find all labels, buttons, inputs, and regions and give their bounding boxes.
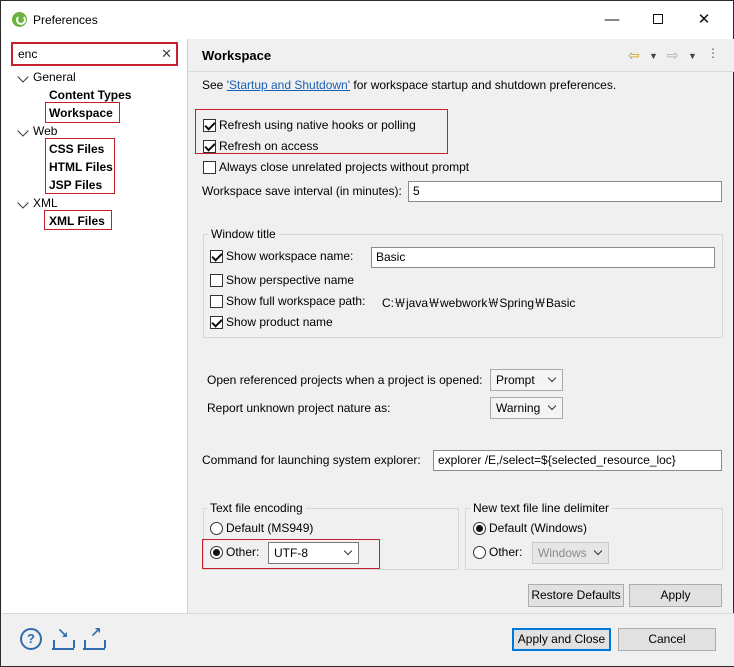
always-close-checkbox[interactable] xyxy=(203,161,216,174)
tree-item-jsp-files[interactable]: JSP Files xyxy=(49,178,102,192)
save-interval-input[interactable]: 5 xyxy=(408,181,722,202)
startup-shutdown-link[interactable]: 'Startup and Shutdown' xyxy=(227,78,350,92)
tree-item-web[interactable]: Web xyxy=(33,124,57,138)
encoding-other-label: Other: xyxy=(226,545,260,559)
cancel-button[interactable]: Cancel xyxy=(618,628,716,651)
restore-defaults-button[interactable]: Restore Defaults xyxy=(528,584,624,607)
tree-item-content-types[interactable]: Content Types xyxy=(49,88,131,102)
apply-button[interactable]: Apply xyxy=(629,584,722,607)
full-path-value: C:￦java￦webwork￦Spring￦Basic xyxy=(382,296,576,310)
report-unknown-combo[interactable]: Warning xyxy=(490,397,563,419)
delimiter-default-radio[interactable] xyxy=(473,522,486,535)
explorer-command-input[interactable]: explorer /E,/select=${selected_resource_… xyxy=(433,450,722,471)
open-referenced-label: Open referenced projects when a project … xyxy=(207,373,483,387)
refresh-native-checkbox[interactable] xyxy=(203,119,216,132)
apply-and-close-button[interactable]: Apply and Close xyxy=(512,628,611,651)
minimize-button[interactable]: — xyxy=(589,7,635,33)
tree-item-general[interactable]: General xyxy=(33,70,76,84)
show-product-name-label: Show product name xyxy=(226,315,333,329)
expand-web-icon[interactable] xyxy=(17,125,29,137)
workspace-page: See 'Startup and Shutdown' for workspace… xyxy=(189,72,734,613)
delimiter-other-radio[interactable] xyxy=(473,546,486,559)
refresh-access-label: Refresh on access xyxy=(219,139,319,153)
forward-dropdown-icon[interactable]: ▼ xyxy=(688,51,697,61)
back-dropdown-icon[interactable]: ▼ xyxy=(649,51,658,61)
maximize-button[interactable] xyxy=(635,7,681,33)
encoding-value: UTF-8 xyxy=(274,546,308,560)
title-bar: Preferences — ✕ xyxy=(1,1,733,39)
chevron-down-icon xyxy=(593,546,603,556)
encoding-default-label: Default (MS949) xyxy=(226,521,314,535)
show-product-name-checkbox[interactable] xyxy=(210,316,223,329)
show-perspective-name-checkbox[interactable] xyxy=(210,274,223,287)
show-full-path-label: Show full workspace path: xyxy=(226,294,366,308)
export-icon[interactable] xyxy=(83,624,106,650)
tree-item-css-files[interactable]: CSS Files xyxy=(49,142,104,156)
delimiter-default-label: Default (Windows) xyxy=(489,521,588,535)
delimiter-combo[interactable]: Windows xyxy=(532,542,609,564)
forward-arrow-icon[interactable]: ⇨ xyxy=(667,47,679,64)
maximize-icon xyxy=(653,14,663,24)
show-workspace-name-label: Show workspace name: xyxy=(226,249,354,263)
window-title-group-label: Window title xyxy=(208,227,279,241)
page-header: Workspace ⇦ ▼ ⇨ ▼ ⋮ xyxy=(189,39,734,71)
open-referenced-value: Prompt xyxy=(496,373,535,387)
workspace-name-input[interactable]: Basic xyxy=(371,247,715,268)
intro-suffix: for workspace startup and shutdown prefe… xyxy=(350,78,617,92)
report-unknown-label: Report unknown project nature as: xyxy=(207,401,391,415)
preference-tree-panel: ✕ General Content Types Workspace Web CS… xyxy=(2,39,188,613)
show-perspective-name-label: Show perspective name xyxy=(226,273,355,287)
tree-item-xml-files[interactable]: XML Files xyxy=(49,214,105,228)
chevron-down-icon xyxy=(547,401,557,411)
chevron-down-icon xyxy=(343,546,353,556)
preferences-window: Preferences — ✕ ✕ General Content Types … xyxy=(0,0,734,667)
expand-general-icon[interactable] xyxy=(17,71,29,83)
refresh-native-label: Refresh using native hooks or polling xyxy=(219,118,416,132)
encoding-other-radio[interactable] xyxy=(210,546,223,559)
spring-app-icon xyxy=(12,12,27,27)
filter-field[interactable]: ✕ xyxy=(11,42,178,66)
encoding-combo[interactable]: UTF-8 xyxy=(268,542,359,564)
tree-item-xml[interactable]: XML xyxy=(33,196,58,210)
encoding-group-label: Text file encoding xyxy=(207,501,306,515)
save-interval-label: Workspace save interval (in minutes): xyxy=(202,184,402,198)
import-icon[interactable] xyxy=(52,625,75,650)
page-title: Workspace xyxy=(202,48,272,63)
refresh-access-checkbox[interactable] xyxy=(203,140,216,153)
show-workspace-name-checkbox[interactable] xyxy=(210,250,223,263)
help-icon[interactable]: ? xyxy=(20,628,42,650)
report-unknown-value: Warning xyxy=(496,401,541,415)
line-delimiter-group-label: New text file line delimiter xyxy=(470,501,613,515)
always-close-label: Always close unrelated projects without … xyxy=(219,160,470,174)
view-menu-icon[interactable]: ⋮ xyxy=(707,46,719,60)
explorer-command-label: Command for launching system explorer: xyxy=(202,453,421,467)
window-title: Preferences xyxy=(33,13,98,27)
tree-item-workspace[interactable]: Workspace xyxy=(49,106,113,120)
open-referenced-combo[interactable]: Prompt xyxy=(490,369,563,391)
encoding-default-radio[interactable] xyxy=(210,522,223,535)
back-arrow-icon[interactable]: ⇦ xyxy=(628,47,640,64)
tree-item-html-files[interactable]: HTML Files xyxy=(49,160,113,174)
delimiter-other-label: Other: xyxy=(489,545,523,559)
chevron-down-icon xyxy=(547,373,557,383)
dialog-footer: ? Apply and Close Cancel xyxy=(2,613,734,666)
expand-xml-icon[interactable] xyxy=(17,197,29,209)
filter-input[interactable] xyxy=(16,44,156,64)
delimiter-value: Windows xyxy=(538,546,587,560)
close-window-button[interactable]: ✕ xyxy=(681,7,727,33)
intro-text: See 'Startup and Shutdown' for workspace… xyxy=(202,78,616,92)
clear-filter-icon[interactable]: ✕ xyxy=(161,46,172,62)
show-full-path-checkbox[interactable] xyxy=(210,295,223,308)
intro-prefix: See xyxy=(202,78,227,92)
